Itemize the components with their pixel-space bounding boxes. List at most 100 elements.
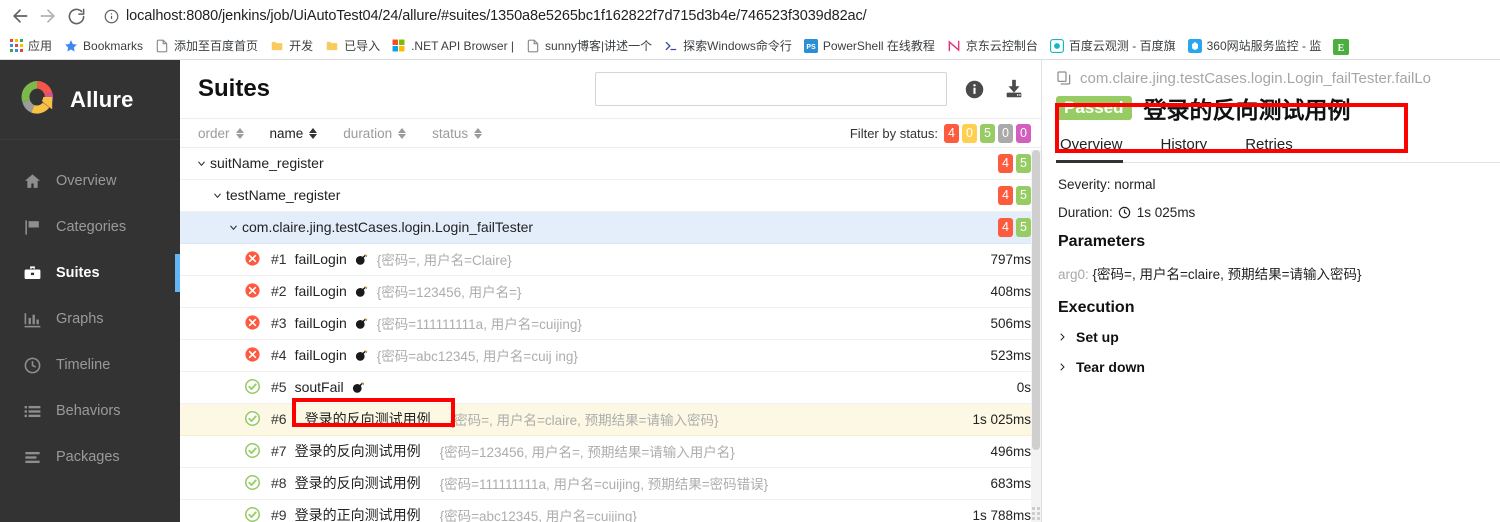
page-title: Suites <box>198 75 271 103</box>
tab-retries[interactable]: Retries <box>1241 130 1309 162</box>
sorter-order[interactable]: order <box>198 126 244 141</box>
sidebar-item-overview[interactable]: Overview <box>0 158 180 204</box>
status-failed-icon <box>244 282 263 301</box>
row-chip-passed: 5 <box>1016 217 1031 237</box>
bookmark-label: 京东云控制台 <box>965 39 1038 53</box>
bookmark-baidu-home[interactable]: 添加至百度首页 <box>150 35 265 56</box>
table-row[interactable]: #1 failLogin {密码=, 用户名=Claire} 797ms <box>180 244 1041 276</box>
status-chip-broken[interactable]: 0 <box>962 123 977 143</box>
chevron-down-icon[interactable] <box>212 190 226 201</box>
stack-icon <box>22 447 42 467</box>
row-chip-failed: 4 <box>998 217 1013 237</box>
table-row[interactable]: #7 登录的反向测试用例 {密码=123456, 用户名=, 预期结果=请输入用… <box>180 436 1041 468</box>
clock-icon <box>1118 206 1132 220</box>
bookmark-label: 百度云观测 - 百度旗 <box>1068 39 1176 53</box>
table-row[interactable]: #8 登录的反向测试用例 {密码=111111111a, 用户名=cuijing… <box>180 468 1041 500</box>
bookmark-sunny-blog[interactable]: sunny博客|讲述一个 <box>521 35 659 56</box>
bookmark-baidu-cloud-monitor[interactable]: 百度云观测 - 百度旗 <box>1045 35 1183 56</box>
flag-icon <box>22 217 42 237</box>
bookmark-360-monitor[interactable]: 360网站服务监控 - 监 <box>1183 35 1328 56</box>
status-chip-failed[interactable]: 4 <box>944 123 959 143</box>
copy-icon[interactable] <box>1056 70 1073 87</box>
info-icon[interactable] <box>961 76 987 102</box>
test-parameters: {密码=, 用户名=Claire} <box>376 253 512 269</box>
back-button[interactable] <box>6 2 34 30</box>
sorter-status[interactable]: status <box>432 126 483 141</box>
table-row[interactable]: #3 failLogin {密码=111111111a, 用户名=cuijing… <box>180 308 1041 340</box>
tree-group-row[interactable]: suitName_register 4 5 <box>180 148 1041 180</box>
tab-label: History <box>1160 136 1208 153</box>
status-chip-passed[interactable]: 5 <box>980 123 995 143</box>
tab-overview[interactable]: Overview <box>1056 130 1139 163</box>
sort-bar: order name duration status Filter by sta… <box>180 118 1041 148</box>
search-box[interactable] <box>595 72 947 107</box>
test-name: 登录的正向测试用例 <box>294 507 421 522</box>
address-bar[interactable]: localhost:8080/jenkins/job/UiAutoTest04/… <box>96 3 1494 29</box>
table-row-selected[interactable]: #6 登录的反向测试用例 {密码=, 用户名=claire, 预期结果=请输入密… <box>180 403 1041 436</box>
sidebar-item-label: Behaviors <box>56 403 121 419</box>
status-passed-icon <box>244 378 263 397</box>
tab-history[interactable]: History <box>1157 130 1224 162</box>
bookmark-jd-cloud[interactable]: 京东云控制台 <box>942 35 1045 56</box>
tree-scrollbar-thumb[interactable] <box>1032 150 1040 450</box>
execution-setup[interactable]: Set up <box>1058 329 1500 345</box>
table-row[interactable]: #2 failLogin {密码=123456, 用户名=} 408ms <box>180 276 1041 308</box>
table-row[interactable]: #4 failLogin {密码=abc12345, 用户名=cuij ing}… <box>180 340 1041 372</box>
sorter-name[interactable]: name <box>270 126 318 141</box>
test-title-row: Passed 登录的反向测试用例 <box>1056 86 1500 130</box>
apps-grid-icon <box>9 39 23 53</box>
sidebar-item-packages[interactable]: Packages <box>0 434 180 480</box>
site-info-icon[interactable] <box>100 5 122 27</box>
tree-scrollbar[interactable] <box>1031 150 1041 522</box>
sidebar-item-graphs[interactable]: Graphs <box>0 296 180 342</box>
detail-body: Severity: normal Duration: 1s 025ms Para… <box>1056 163 1500 375</box>
test-duration: 523ms <box>990 347 1031 363</box>
sidebar-item-behaviors[interactable]: Behaviors <box>0 388 180 434</box>
test-duration: 1s 788ms <box>972 507 1031 522</box>
status-failed-icon <box>244 314 263 333</box>
row-chip-passed: 5 <box>1016 185 1031 205</box>
bookmark-net-api-browser[interactable]: .NET API Browser | <box>387 37 521 55</box>
browser-nav-bar: localhost:8080/jenkins/job/UiAutoTest04/… <box>0 0 1500 32</box>
table-row[interactable]: #5 soutFail 0s <box>180 372 1041 404</box>
sidebar-item-suites[interactable]: Suites <box>0 250 180 296</box>
sorter-duration[interactable]: duration <box>343 126 407 141</box>
test-name: failLogin <box>294 347 347 364</box>
svg-text:PS: PS <box>806 43 816 50</box>
bookmark-folder-dev[interactable]: 开发 <box>265 35 320 56</box>
table-row[interactable]: #9 登录的正向测试用例 {密码=abc12345, 用户名=cuijing} … <box>180 500 1041 522</box>
forward-button[interactable] <box>34 2 62 30</box>
bookmark-windows-cmdline[interactable]: 探索Windows命令行 <box>659 35 799 56</box>
bookmark-bookmarks[interactable]: Bookmarks <box>59 37 150 55</box>
chevron-down-icon[interactable] <box>228 222 242 233</box>
status-chip-skipped[interactable]: 0 <box>998 123 1013 143</box>
download-icon[interactable] <box>1001 76 1027 102</box>
status-passed-icon <box>244 474 263 493</box>
bookmark-folder-imported[interactable]: 已导入 <box>320 35 387 56</box>
bookmark-apps[interactable]: 应用 <box>4 35 59 56</box>
bookmark-evernote[interactable]: E <box>1328 37 1359 55</box>
sort-arrows-icon <box>398 127 407 139</box>
resize-grip[interactable] <box>1032 507 1040 520</box>
reload-button[interactable] <box>62 2 90 30</box>
execution-teardown[interactable]: Tear down <box>1058 359 1500 375</box>
test-duration: 683ms <box>990 475 1031 491</box>
sidebar-item-categories[interactable]: Categories <box>0 204 180 250</box>
status-failed-icon <box>244 346 263 365</box>
row-index: #8 <box>271 475 287 492</box>
tree-group-row-selected[interactable]: com.claire.jing.testCases.login.Login_fa… <box>180 211 1041 244</box>
sidebar-item-label: Graphs <box>56 311 104 327</box>
tree-group-name: testName_register <box>226 187 341 204</box>
status-badge: Passed <box>1056 95 1132 121</box>
test-parameters: {密码=111111111a, 用户名=cuijing} <box>376 317 582 333</box>
bookmark-powershell[interactable]: PS PowerShell 在线教程 <box>799 35 942 56</box>
search-input[interactable] <box>596 73 946 106</box>
tree-group-row[interactable]: testName_register 4 5 <box>180 180 1041 212</box>
jd-cloud-icon <box>947 39 961 53</box>
brand[interactable]: Allure <box>0 60 180 140</box>
status-chip-unknown[interactable]: 0 <box>1016 123 1031 143</box>
chevron-right-icon <box>1058 361 1067 373</box>
parameter-value: {密码=, 用户名=claire, 预期结果=请输入密码} <box>1092 267 1362 282</box>
chevron-down-icon[interactable] <box>196 158 210 169</box>
sidebar-item-timeline[interactable]: Timeline <box>0 342 180 388</box>
